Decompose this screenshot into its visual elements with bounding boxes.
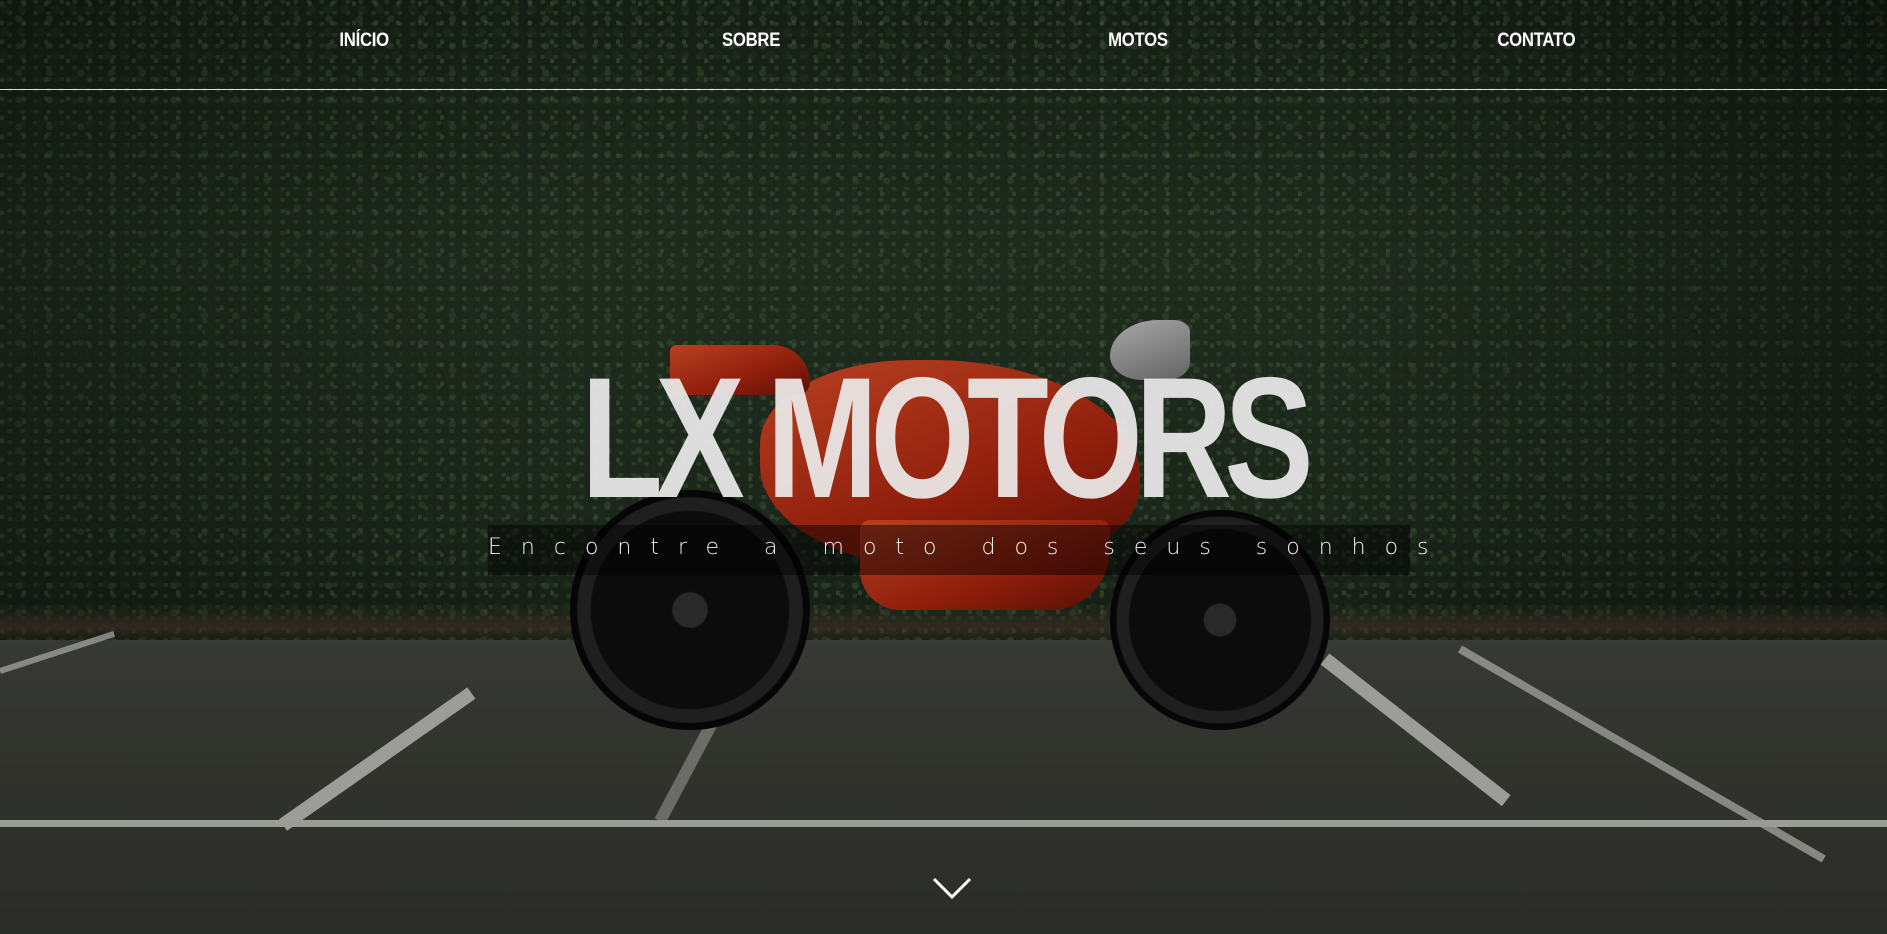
chevron-down-icon-svg (932, 877, 972, 900)
chevron-down-icon[interactable] (932, 876, 972, 900)
nav-contato[interactable]: CONTATO (1497, 30, 1575, 52)
top-nav: INÍCIO SOBRE MOTOS CONTATO (0, 0, 1887, 90)
brand-title: LX MOTORS (581, 342, 1314, 534)
nav-inicio[interactable]: INÍCIO (339, 30, 389, 52)
nav-sobre[interactable]: SOBRE (722, 30, 780, 52)
tagline: Encontre a moto dos seus sonhos (488, 535, 1448, 560)
nav-motos[interactable]: MOTOS (1108, 30, 1168, 52)
